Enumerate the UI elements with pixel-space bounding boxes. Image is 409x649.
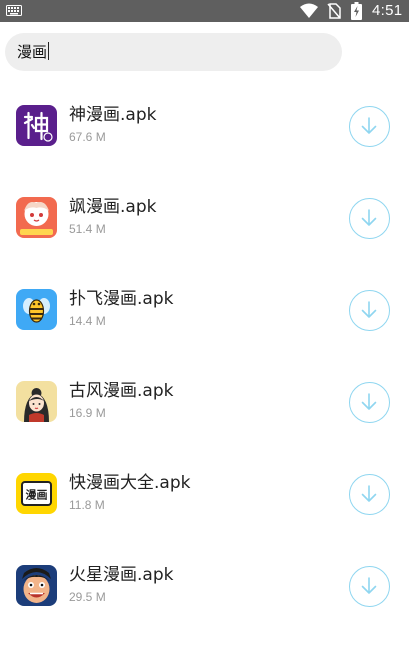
download-arrow-icon xyxy=(361,209,377,226)
kuai-manhua-app-icon: 漫画 xyxy=(16,473,57,514)
download-button[interactable] xyxy=(349,566,390,607)
status-bar: 4:51 xyxy=(0,0,409,22)
search-input[interactable]: 漫画 xyxy=(17,33,50,71)
wifi-icon xyxy=(300,3,318,18)
download-button[interactable] xyxy=(349,198,390,239)
file-name: 古风漫画.apk xyxy=(69,381,174,401)
gufeng-manhua-app-icon xyxy=(16,381,57,422)
file-name: 扑飞漫画.apk xyxy=(69,289,174,309)
download-arrow-icon xyxy=(361,577,377,594)
download-arrow-icon xyxy=(361,393,377,410)
shen-manhua-app-icon xyxy=(16,105,57,146)
download-button[interactable] xyxy=(349,106,390,147)
huoxing-manhua-app-icon xyxy=(16,565,57,606)
download-button[interactable] xyxy=(349,474,390,515)
search-query-text: 漫画 xyxy=(17,43,48,61)
pufei-manhua-app-icon xyxy=(16,289,57,330)
file-name: 飒漫画.apk xyxy=(69,197,157,217)
no-sim-icon xyxy=(327,3,341,19)
list-item[interactable]: 漫画 快漫画大全.apk 11.8 M xyxy=(0,448,409,540)
sa-manhua-app-icon xyxy=(16,197,57,238)
download-arrow-icon xyxy=(361,485,377,502)
file-name: 神漫画.apk xyxy=(69,105,157,125)
list-item[interactable]: 飒漫画.apk 51.4 M xyxy=(0,172,409,264)
download-button[interactable] xyxy=(349,290,390,331)
kuai-logo-text: 漫画 xyxy=(26,488,48,502)
file-name: 快漫画大全.apk xyxy=(69,473,191,493)
list-item[interactable]: 古风漫画.apk 16.9 M xyxy=(0,356,409,448)
file-size: 67.6 M xyxy=(69,130,106,144)
file-name: 火星漫画.apk xyxy=(69,565,174,585)
download-arrow-icon xyxy=(361,117,377,134)
file-size: 16.9 M xyxy=(69,406,106,420)
file-size: 51.4 M xyxy=(69,222,106,236)
file-size: 11.8 M xyxy=(69,498,105,512)
text-cursor xyxy=(48,42,50,60)
download-arrow-icon xyxy=(361,301,377,318)
list-item[interactable]: 火星漫画.apk 29.5 M xyxy=(0,540,409,632)
download-button[interactable] xyxy=(349,382,390,423)
list-item[interactable]: 扑飞漫画.apk 14.4 M xyxy=(0,264,409,356)
status-time: 4:51 xyxy=(372,2,403,19)
file-size: 29.5 M xyxy=(69,590,106,604)
battery-charging-icon xyxy=(351,2,362,20)
file-size: 14.4 M xyxy=(69,314,106,328)
search-box[interactable]: 漫画 xyxy=(5,33,342,71)
list-item[interactable]: 神漫画.apk 67.6 M xyxy=(0,80,409,172)
keyboard-icon xyxy=(6,5,22,16)
